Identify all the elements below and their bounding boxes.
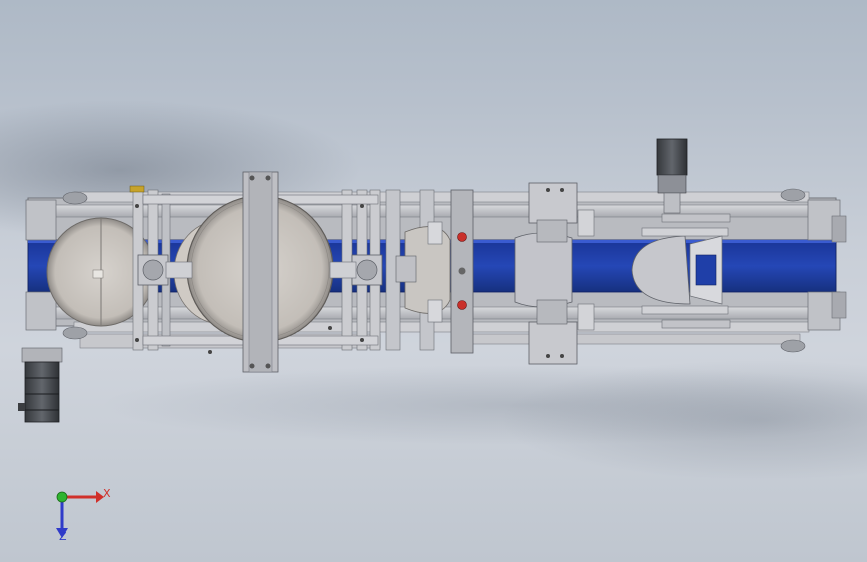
triad-y-axis [56, 491, 68, 503]
cross-bracket [242, 171, 279, 373]
stepper-motor-left [18, 347, 63, 423]
cad-viewport[interactable]: X Z [0, 0, 867, 562]
dome-clamp [631, 213, 731, 329]
triad-z-label: Z [59, 530, 67, 543]
conveyor-assembly-model[interactable] [0, 0, 867, 562]
triad-x-label: X [103, 487, 111, 500]
